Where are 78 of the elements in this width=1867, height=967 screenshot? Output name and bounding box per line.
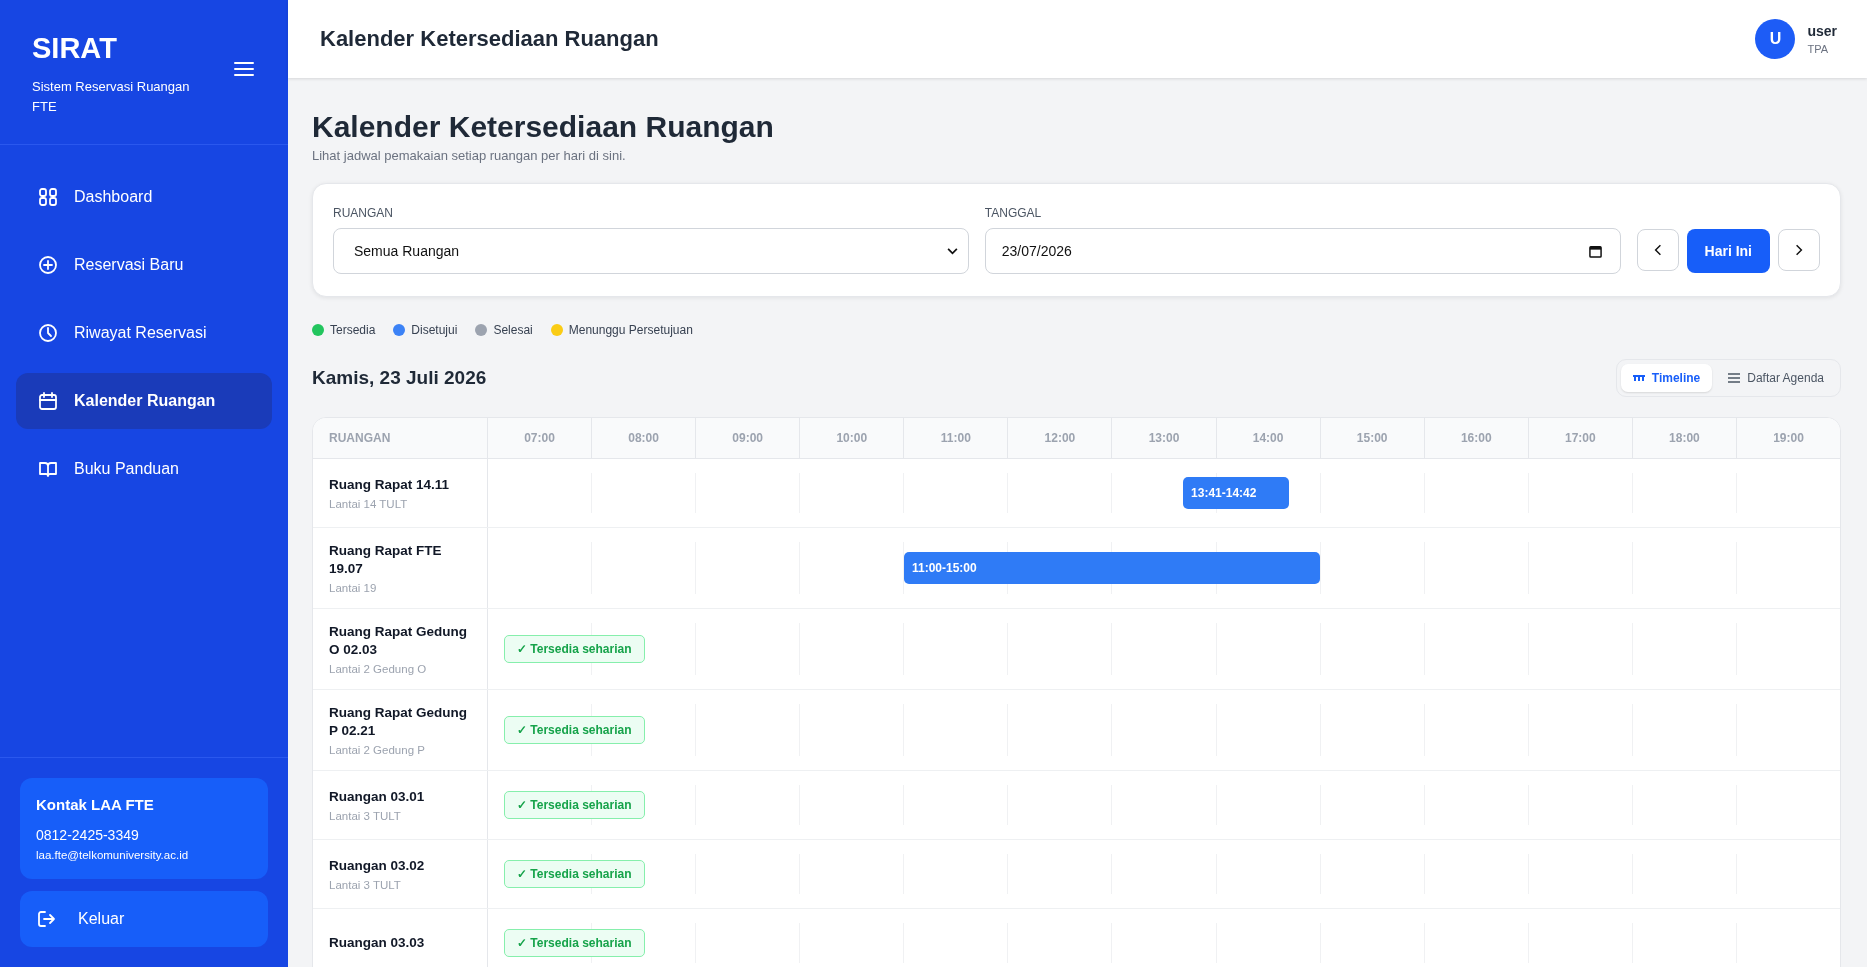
available-badge: ✓ Tersedia seharian — [504, 635, 645, 663]
legend-label: Menunggu Persetujuan — [568, 323, 693, 337]
hour-label: 14:00 — [1252, 431, 1284, 445]
chevron-down-icon — [946, 247, 958, 255]
contact-title: Kontak LAA FTE — [36, 796, 155, 813]
hour-label: 17:00 — [1564, 431, 1596, 445]
app-tagline: Sistem Reservasi Ruangan FTE — [32, 77, 191, 116]
available-badge: ✓ Tersedia seharian — [504, 791, 645, 819]
hour-label: 15:00 — [1356, 431, 1388, 445]
field-label: TANGGAL — [984, 206, 1043, 220]
list-icon — [1728, 373, 1741, 383]
view-tab[interactable]: Daftar Agenda — [1716, 364, 1836, 392]
booking-bar[interactable]: 11:00-15:00 — [904, 552, 1320, 584]
logout-icon — [36, 909, 56, 929]
nav-item[interactable]: Reservasi Baru — [16, 237, 272, 293]
hour-label: 13:00 — [1148, 431, 1180, 445]
room-name: Ruang Rapat FTE 19.07 — [329, 542, 443, 578]
calendar-icon — [38, 391, 58, 411]
contact-email: laa.fte@telkomuniversity.ac.id — [36, 849, 190, 861]
room-floor: Lantai 19 — [329, 582, 378, 594]
room-name: Ruangan 03.03 — [329, 934, 426, 952]
available-badge: ✓ Tersedia seharian — [504, 860, 645, 888]
nav-item[interactable]: Buku Panduan — [16, 441, 272, 497]
field-label: RUANGAN — [333, 206, 394, 220]
legend-label: Selesai — [493, 323, 533, 337]
clock-icon — [38, 323, 58, 343]
nav-item[interactable]: Riwayat Reservasi — [16, 305, 272, 361]
menu-icon[interactable] — [234, 61, 254, 77]
room-name: Ruangan 03.02 — [329, 857, 426, 875]
hour-label: 08:00 — [628, 431, 659, 445]
page-title: Kalender Ketersediaan Ruangan — [312, 110, 775, 144]
booking-bar[interactable]: 13:41-14:42 — [1183, 477, 1289, 509]
grid-icon — [38, 187, 58, 207]
book-icon — [38, 459, 58, 479]
user-avatar[interactable]: U — [1755, 19, 1796, 59]
timeline-icon — [1632, 374, 1645, 382]
user-role: TPA — [1807, 43, 1829, 55]
page-subtitle: Lihat jadwal pemakaian setiap ruangan per hari di sini. — [312, 148, 627, 163]
date-heading: Kamis, 23 Juli 2026 — [312, 367, 487, 389]
hour-label: 19:00 — [1773, 431, 1804, 445]
plus-circle-icon — [38, 255, 58, 275]
hour-label: 09:00 — [732, 431, 764, 445]
hour-label: 10:00 — [836, 431, 868, 445]
legend-label: Disetujui — [411, 323, 458, 337]
hour-label: 07:00 — [524, 431, 555, 445]
room-floor: Lantai 3 TULT — [329, 810, 402, 822]
nav-item[interactable]: Kalender Ruangan — [16, 373, 272, 429]
view-tab[interactable]: Timeline — [1620, 364, 1713, 392]
app-logo: SIRAT — [32, 31, 118, 65]
available-badge: ✓ Tersedia seharian — [504, 716, 645, 744]
room-name: Ruang Rapat Gedung O 02.03 — [329, 623, 468, 659]
hour-label: 11:00 — [940, 431, 971, 445]
logout-button[interactable]: Keluar — [20, 891, 268, 947]
column-header: RUANGAN — [329, 431, 392, 445]
contact-phone: 0812-2425-3349 — [36, 827, 140, 843]
chevron-right-icon — [1795, 244, 1803, 256]
hour-label: 12:00 — [1044, 431, 1076, 445]
hour-label: 16:00 — [1460, 431, 1492, 445]
header-title: Kalender Ketersediaan Ruangan — [320, 26, 659, 52]
legend-label: Tersedia — [330, 323, 376, 337]
hour-label: 18:00 — [1669, 431, 1700, 445]
calendar-icon — [1588, 244, 1602, 258]
user-name: user — [1807, 23, 1837, 39]
room-floor: Lantai 14 TULT — [329, 498, 409, 510]
nav-item[interactable]: Dashboard — [16, 169, 272, 225]
room-floor: Lantai 2 Gedung O — [329, 663, 428, 675]
room-select[interactable]: Semua Ruangan — [333, 228, 969, 274]
room-floor: Lantai 3 TULT — [329, 879, 402, 891]
previous-day-button[interactable] — [1636, 229, 1679, 271]
room-name: Ruangan 03.01 — [329, 788, 426, 806]
date-field[interactable]: 23/07/2026 — [984, 228, 1621, 274]
available-badge: ✓ Tersedia seharian — [504, 929, 645, 957]
today-button[interactable]: Hari Ini — [1686, 229, 1770, 273]
chevron-left-icon — [1653, 244, 1662, 256]
room-floor: Lantai 2 Gedung P — [329, 744, 426, 756]
room-name: Ruang Rapat Gedung P 02.21 — [329, 704, 468, 740]
next-day-button[interactable] — [1778, 229, 1820, 271]
room-name: Ruang Rapat 14.11 — [329, 476, 451, 494]
